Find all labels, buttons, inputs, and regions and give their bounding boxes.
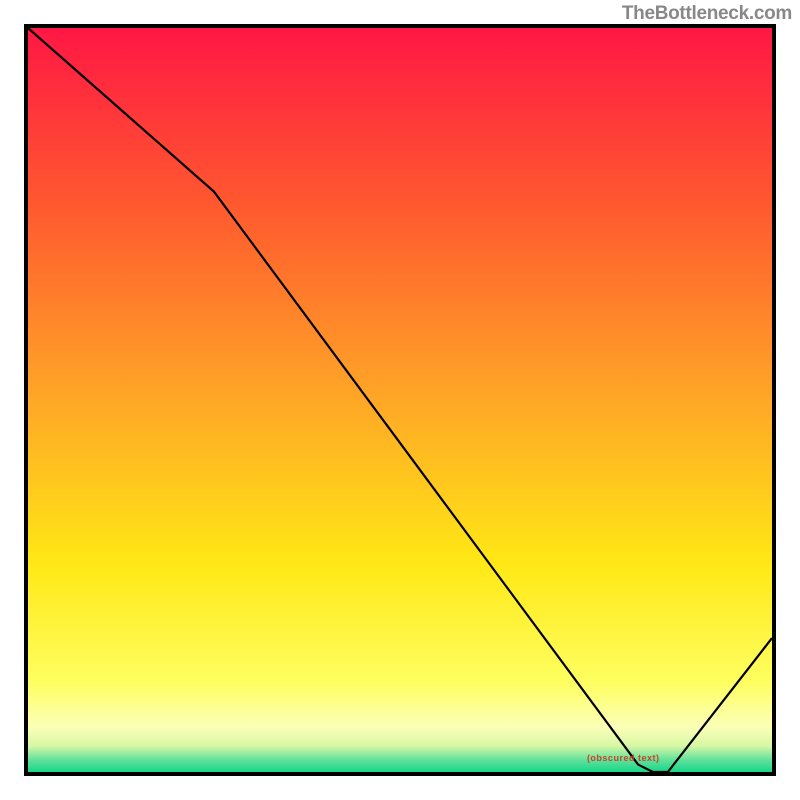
watermark-label: TheBottleneck.com (622, 3, 792, 25)
chart-svg: (obscured text) (0, 0, 800, 800)
plot-annotation: (obscured text) (587, 753, 660, 763)
plot-background (28, 28, 772, 772)
